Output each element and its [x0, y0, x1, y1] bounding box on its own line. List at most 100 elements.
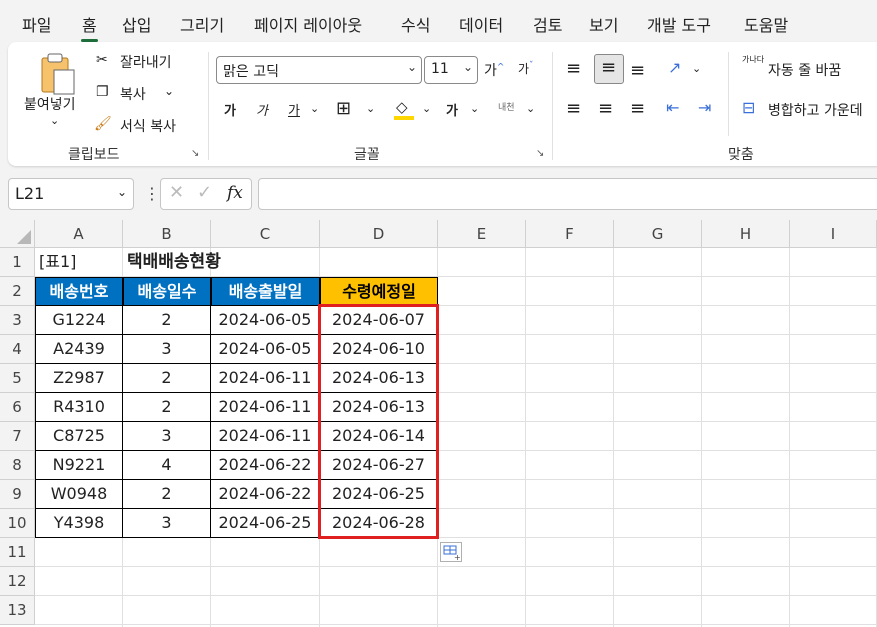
table-cell[interactable]: 2024-06-11 [211, 393, 320, 422]
menu-view[interactable]: 보기 [589, 12, 618, 36]
column-header-c[interactable]: C [211, 220, 320, 248]
cell-a1[interactable]: [표1] [35, 248, 123, 277]
row-header-7[interactable]: 7 [0, 422, 35, 451]
table-cell[interactable]: G1224 [35, 306, 123, 335]
menu-developer[interactable]: 개발 도구 [647, 12, 711, 36]
table-cell[interactable]: C8725 [35, 422, 123, 451]
fill-chevron-icon[interactable]: ⌄ [422, 102, 431, 115]
table-cell[interactable]: N9221 [35, 451, 123, 480]
table-cell[interactable]: W0948 [35, 480, 123, 509]
borders-icon[interactable]: ⊞ [336, 98, 351, 119]
menu-page-layout[interactable]: 페이지 레이아웃 [254, 12, 362, 36]
menu-insert[interactable]: 삽입 [122, 12, 151, 36]
select-all-button[interactable] [0, 220, 35, 248]
row-header-11[interactable]: 11 [0, 538, 35, 567]
insert-function-icon[interactable]: fx [227, 183, 243, 203]
menu-home[interactable]: 홈 [81, 12, 98, 42]
row-header-1[interactable]: 1 [0, 248, 35, 277]
copy-chevron-icon[interactable]: ⌄ [164, 84, 174, 98]
row-header-5[interactable]: 5 [0, 364, 35, 393]
font-launcher-icon[interactable]: ↘ [536, 148, 544, 159]
enter-icon[interactable]: ✓ [197, 182, 212, 203]
table-header-2[interactable]: 배송일수 [123, 277, 211, 306]
paste-button[interactable]: 붙여넣기 ⌄ [20, 50, 86, 134]
menu-draw[interactable]: 그리기 [180, 12, 224, 36]
table-cell[interactable]: 2024-06-22 [211, 451, 320, 480]
table-cell[interactable]: 3 [123, 422, 211, 451]
row-header-13[interactable]: 13 [0, 596, 35, 625]
name-box[interactable]: L21 ⌄ [8, 178, 134, 210]
table-header-3[interactable]: 배송출발일 [211, 277, 320, 306]
worksheet-grid[interactable]: A B C D E F G H I 1 2 3 4 5 6 7 8 9 10 11 12 13 [표1] 택배배송현황 배송번호… [0, 220, 877, 627]
decrease-font-icon[interactable]: 가ˇ [518, 60, 534, 77]
fill-color-icon[interactable]: ◇ [394, 98, 414, 120]
row-header-8[interactable]: 8 [0, 451, 35, 480]
row-header-4[interactable]: 4 [0, 335, 35, 364]
font-name-select[interactable]: 맑은 고딕 ⌄ [216, 56, 422, 84]
underline-chevron-icon[interactable]: ⌄ [310, 102, 319, 115]
align-left-icon[interactable]: ≡ [566, 98, 581, 119]
table-cell[interactable]: A2439 [35, 335, 123, 364]
format-painter-button[interactable]: 서식 복사 [120, 116, 176, 136]
row-header-6[interactable]: 6 [0, 393, 35, 422]
phonetic-icon[interactable]: 내천 [498, 100, 515, 113]
quick-analysis-icon[interactable]: + [440, 542, 462, 562]
increase-font-icon[interactable]: 가^ [484, 60, 504, 80]
table-header-4[interactable]: 수령예정일 [320, 277, 438, 306]
underline-button[interactable]: 가 [288, 100, 300, 119]
table-cell[interactable]: Y4398 [35, 509, 123, 538]
column-header-b[interactable]: B [123, 220, 211, 248]
column-header-d[interactable]: D [320, 220, 438, 248]
table-cell[interactable]: 2 [123, 306, 211, 335]
font-color-chevron-icon[interactable]: ⌄ [470, 102, 479, 115]
cancel-icon[interactable]: ✕ [169, 182, 184, 203]
borders-chevron-icon[interactable]: ⌄ [366, 102, 375, 115]
menu-file[interactable]: 파일 [22, 12, 51, 36]
align-center-icon[interactable]: ≡ [598, 98, 613, 119]
table-cell[interactable]: 2 [123, 480, 211, 509]
italic-button[interactable]: 가 [256, 100, 268, 119]
table-cell[interactable]: R4310 [35, 393, 123, 422]
table-cell[interactable]: 4 [123, 451, 211, 480]
table-cell[interactable]: 3 [123, 509, 211, 538]
row-header-9[interactable]: 9 [0, 480, 35, 509]
column-header-f[interactable]: F [526, 220, 614, 248]
table-cell[interactable]: Z2987 [35, 364, 123, 393]
sheet-title[interactable]: 택배배송현황 [123, 248, 323, 277]
column-header-i[interactable]: I [790, 220, 877, 248]
column-header-a[interactable]: A [35, 220, 123, 248]
increase-indent-icon[interactable]: ⇥ [698, 98, 711, 117]
menu-help[interactable]: 도움말 [744, 12, 788, 36]
table-cell[interactable]: 2 [123, 393, 211, 422]
row-header-12[interactable]: 12 [0, 567, 35, 596]
clipboard-launcher-icon[interactable]: ↘ [191, 148, 199, 159]
column-header-h[interactable]: H [702, 220, 790, 248]
column-header-g[interactable]: G [614, 220, 702, 248]
orientation-chevron-icon[interactable]: ⌄ [692, 62, 701, 75]
bold-button[interactable]: 가 [224, 100, 236, 119]
column-header-e[interactable]: E [438, 220, 526, 248]
table-cell[interactable]: 2024-06-22 [211, 480, 320, 509]
table-header-1[interactable]: 배송번호 [35, 277, 123, 306]
font-color-icon[interactable]: 가 [446, 100, 458, 119]
table-cell[interactable]: 2024-06-05 [211, 335, 320, 364]
align-middle-button[interactable]: ≡ [594, 54, 624, 84]
formula-input[interactable] [258, 178, 877, 210]
orientation-icon[interactable]: ↗ [668, 58, 681, 77]
menu-data[interactable]: 데이터 [459, 12, 503, 36]
font-size-select[interactable]: 11 ⌄ [424, 56, 478, 84]
table-cell[interactable]: 2 [123, 364, 211, 393]
decrease-indent-icon[interactable]: ⇤ [666, 98, 679, 117]
table-cell[interactable]: 2024-06-25 [211, 509, 320, 538]
cut-button[interactable]: 잘라내기 [120, 52, 172, 72]
align-top-icon[interactable]: ≡ [566, 58, 581, 79]
align-right-icon[interactable]: ≡ [630, 98, 645, 119]
align-bottom-icon[interactable]: ≡ [630, 60, 645, 81]
menu-formulas[interactable]: 수식 [401, 12, 430, 36]
table-cell[interactable]: 2024-06-11 [211, 364, 320, 393]
phonetic-chevron-icon[interactable]: ⌄ [526, 102, 535, 115]
table-cell[interactable]: 3 [123, 335, 211, 364]
menu-review[interactable]: 검토 [533, 12, 562, 36]
row-header-3[interactable]: 3 [0, 306, 35, 335]
paste-chevron-icon[interactable]: ⌄ [50, 114, 59, 127]
